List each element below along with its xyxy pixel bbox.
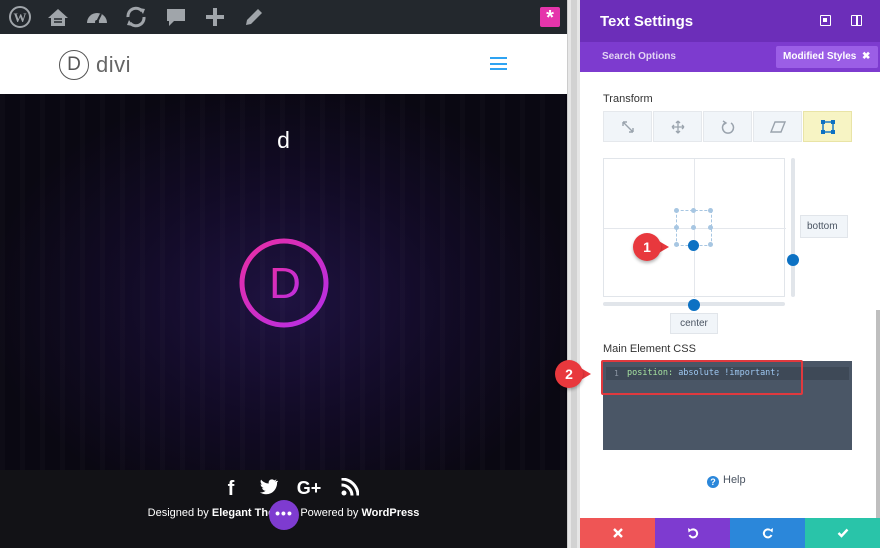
search-options-button[interactable]: Search Options	[602, 51, 676, 62]
fullscreen-icon[interactable]	[820, 15, 831, 26]
svg-text:W: W	[14, 10, 27, 25]
origin-point[interactable]	[674, 208, 679, 213]
check-icon	[837, 528, 848, 538]
google-plus-icon[interactable]: G+	[294, 478, 324, 500]
callout-marker-2: 2	[555, 360, 591, 388]
origin-y-slider[interactable]	[791, 158, 795, 297]
page-settings-dots-button[interactable]: •••	[269, 500, 299, 530]
origin-point[interactable]	[708, 208, 713, 213]
save-button[interactable]	[805, 518, 880, 548]
help-link[interactable]: ? Help	[707, 474, 746, 488]
origin-x-slider-knob[interactable]	[688, 299, 700, 311]
callout-2-number: 2	[555, 360, 583, 388]
menu-icon[interactable]	[490, 57, 507, 70]
wordpress-icon[interactable]: W	[8, 5, 32, 29]
callout-marker-1: 1	[633, 233, 669, 261]
callout-1-number: 1	[633, 233, 661, 261]
credits-platform-link[interactable]: WordPress	[361, 507, 419, 519]
origin-y-value[interactable]: bottom	[800, 215, 848, 238]
rotate-icon	[721, 120, 735, 134]
modified-styles-filter[interactable]: Modified Styles ✖	[776, 46, 878, 68]
transform-label: Transform	[603, 93, 653, 105]
help-label: Help	[723, 474, 746, 486]
redo-button[interactable]	[730, 518, 805, 548]
origin-point[interactable]	[691, 225, 696, 230]
redo-icon	[762, 528, 773, 539]
hero-text-module[interactable]: d	[0, 127, 567, 154]
rss-icon[interactable]	[341, 477, 360, 500]
site-logo-mark[interactable]: D	[59, 50, 89, 80]
origin-x-value[interactable]: center	[670, 313, 718, 334]
panel-scrollbar[interactable]	[876, 310, 880, 520]
panel-title: Text Settings	[600, 13, 694, 30]
help-icon: ?	[707, 476, 719, 488]
origin-icon	[821, 120, 835, 134]
twitter-icon[interactable]	[257, 478, 279, 500]
transform-scale-tab[interactable]	[603, 111, 652, 142]
divi-logo-icon: D	[239, 238, 329, 328]
edit-icon[interactable]	[242, 5, 266, 29]
move-icon	[671, 120, 685, 134]
origin-point[interactable]	[674, 242, 679, 247]
divi-icon[interactable]: *	[540, 7, 560, 29]
main-element-css-label: Main Element CSS	[603, 343, 696, 355]
modified-styles-label: Modified Styles	[783, 51, 857, 62]
hero-logo-letter: D	[269, 259, 301, 308]
close-icon	[612, 528, 623, 538]
credits-middle: Powered by	[300, 507, 359, 519]
origin-point[interactable]	[691, 208, 696, 213]
skew-icon	[770, 121, 786, 133]
transform-origin-tab[interactable]	[803, 111, 852, 142]
transform-rotate-tab[interactable]	[703, 111, 752, 142]
transform-skew-tab[interactable]	[753, 111, 802, 142]
transform-translate-tab[interactable]	[653, 111, 702, 142]
undo-button[interactable]	[655, 518, 730, 548]
new-content-icon[interactable]	[203, 5, 227, 29]
site-icon[interactable]	[46, 5, 70, 29]
origin-point[interactable]	[708, 242, 713, 247]
dock-panel-icon[interactable]	[851, 15, 862, 26]
preview-scrollbar-thumb[interactable]	[571, 0, 577, 548]
origin-point[interactable]	[674, 225, 679, 230]
comments-icon[interactable]	[164, 5, 188, 29]
annotation-highlight-box	[601, 360, 803, 395]
updates-icon[interactable]	[124, 5, 148, 29]
credits-theme-link[interactable]: Elegant The	[212, 507, 274, 519]
dashboard-icon[interactable]	[85, 5, 109, 29]
undo-icon	[687, 528, 698, 539]
discard-button[interactable]	[580, 518, 655, 548]
close-icon[interactable]: ✖	[862, 46, 870, 68]
credits-prefix: Designed by	[147, 507, 209, 519]
origin-y-slider-knob[interactable]	[787, 254, 799, 266]
origin-point[interactable]	[708, 225, 713, 230]
scale-icon	[622, 121, 634, 133]
site-logo-text[interactable]: divi	[96, 52, 131, 78]
origin-handle[interactable]	[688, 240, 699, 251]
facebook-icon[interactable]: f	[224, 478, 238, 500]
